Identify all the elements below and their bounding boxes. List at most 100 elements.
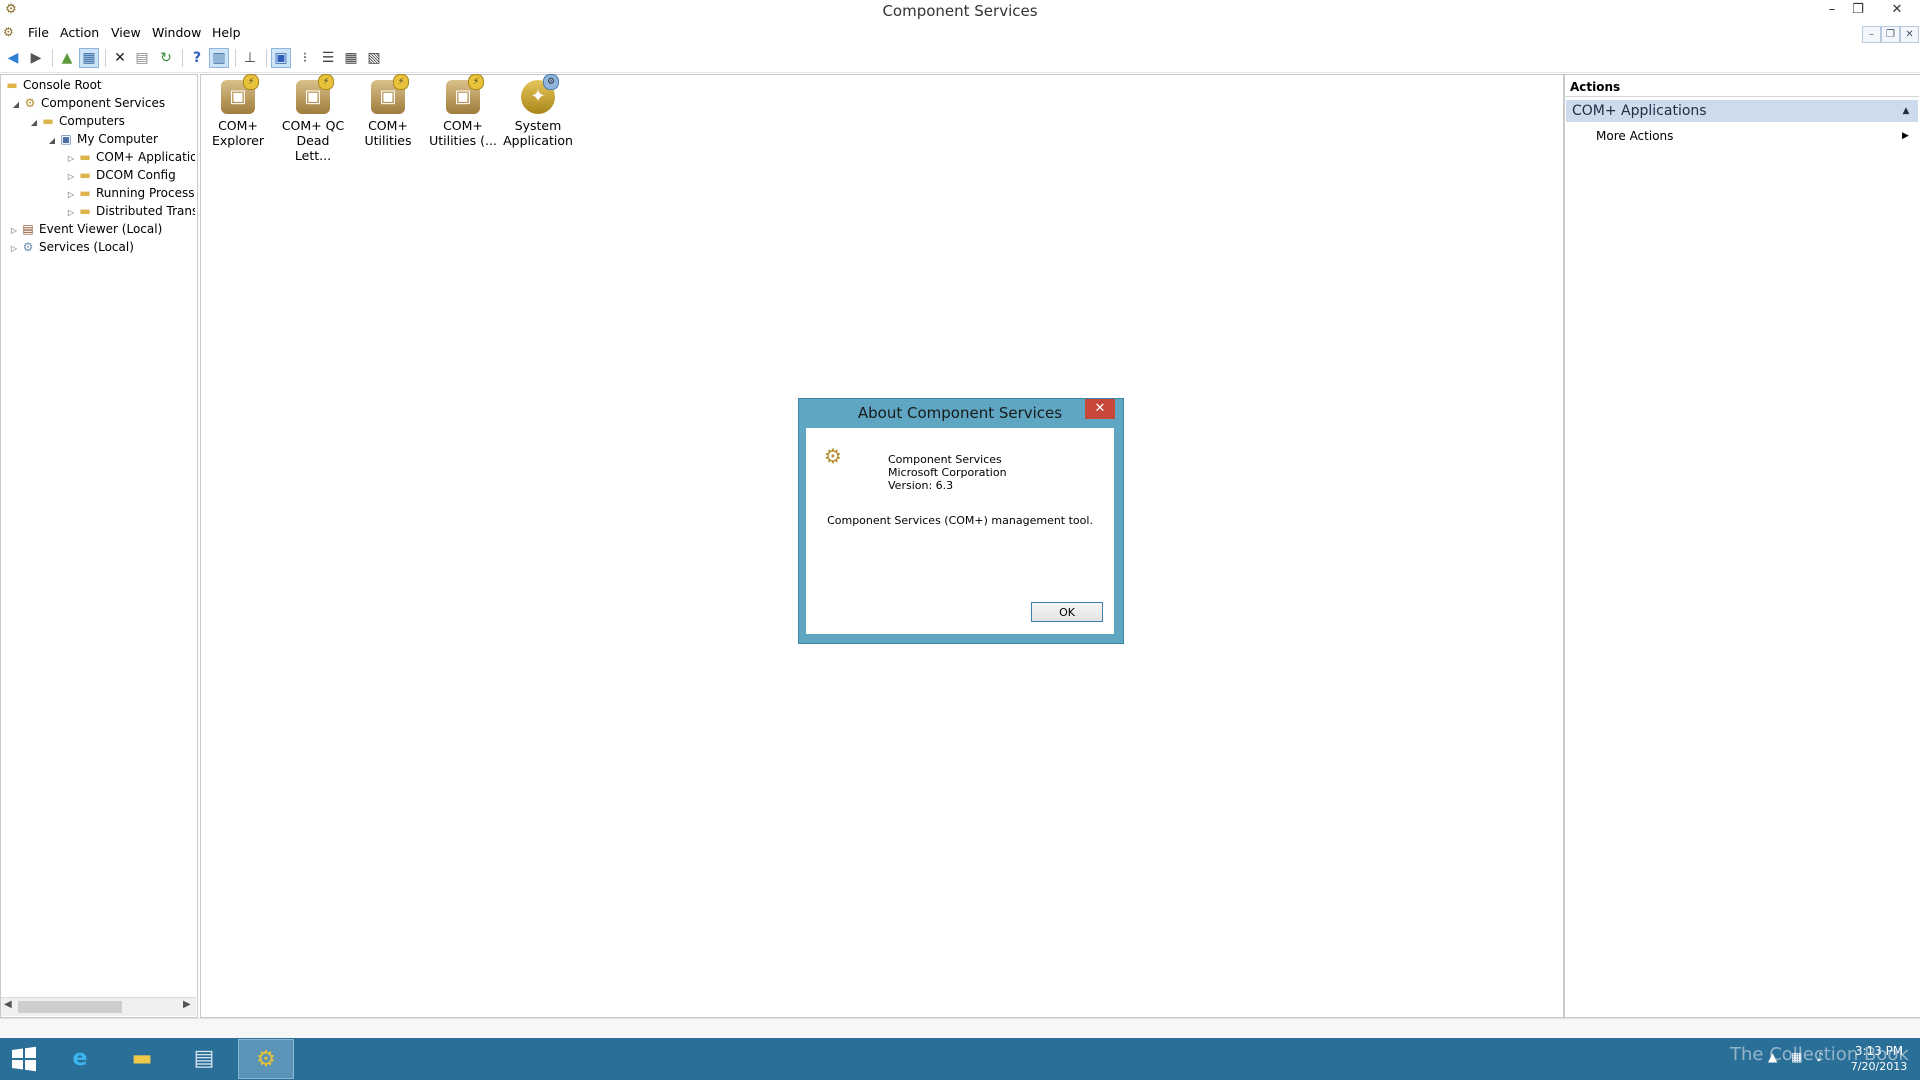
collapsed-icon[interactable]: ▷: [65, 150, 77, 166]
com-utilities-32-item[interactable]: ▣ ⚡ COM+ Utilities (...: [427, 74, 499, 148]
toolbar-separator: [182, 49, 183, 67]
package-icon: ▣ ⚡: [371, 74, 409, 114]
windows-logo-icon: [12, 1046, 36, 1072]
scroll-right-icon[interactable]: ▶: [183, 999, 191, 1010]
small-icons-view-icon[interactable]: ⁝: [295, 48, 315, 68]
dialog-close-button[interactable]: ✕: [1085, 399, 1115, 419]
clock-date[interactable]: 7/20/2013: [1846, 1060, 1912, 1073]
collapsed-icon[interactable]: ▷: [65, 186, 77, 202]
mdi-close-button[interactable]: ✕: [1900, 26, 1919, 43]
com-qc-dead-letter-item[interactable]: ▣ ⚡ COM+ QC Dead Lett...: [277, 74, 349, 163]
show-hide-tree-icon[interactable]: ▦: [79, 48, 99, 68]
forward-icon[interactable]: ▶: [26, 48, 46, 68]
volume-icon[interactable]: ♪: [1816, 1050, 1824, 1064]
system-application-item[interactable]: ✦ ⚙ System Application: [502, 74, 574, 148]
list-view-icon[interactable]: ☰: [318, 48, 338, 68]
toolbar-separator: [105, 49, 106, 67]
event-viewer-icon: ▤: [22, 222, 34, 236]
expanded-icon[interactable]: ◢: [10, 96, 22, 112]
dialog-description: Component Services (COM+) management too…: [827, 514, 1093, 527]
collapse-up-icon[interactable]: ▲: [1898, 100, 1914, 122]
dialog-title: About Component Services: [857, 404, 1063, 422]
computer-icon: ▣: [60, 132, 72, 146]
submenu-arrow-icon[interactable]: ▶: [1902, 127, 1914, 145]
properties-icon[interactable]: ▤: [132, 48, 152, 68]
start-button[interactable]: [0, 1038, 48, 1080]
toolbar-separator: [235, 49, 236, 67]
export-list-icon[interactable]: ⊥: [240, 48, 260, 68]
status-view-icon[interactable]: ▧: [364, 48, 384, 68]
tree-item-running-processes[interactable]: ▷ ▬ Running Processe: [65, 184, 195, 202]
restore-button[interactable]: ❐: [1845, 0, 1871, 20]
scrollbar-thumb[interactable]: [18, 1001, 122, 1013]
component-services-taskbar-icon[interactable]: ⚙: [238, 1039, 294, 1079]
tree-item-component-services[interactable]: ◢ ⚙ Component Services: [10, 94, 165, 112]
dialog-product-name: Component Services: [888, 453, 1002, 466]
folder-icon: ▬: [79, 150, 91, 164]
package-icon: ▣ ⚡: [446, 74, 484, 114]
component-services-icon: ⚙: [24, 96, 36, 110]
component-services-icon: ⚙: [824, 444, 842, 468]
system-application-icon: ✦ ⚙: [521, 74, 559, 114]
tree-item-console-root[interactable]: ▬ Console Root: [4, 76, 101, 94]
ok-button[interactable]: OK: [1031, 602, 1103, 622]
tree-item-dcom-config[interactable]: ▷ ▬ DCOM Config: [65, 166, 195, 184]
tree-item-event-viewer[interactable]: ▷ ▤ Event Viewer (Local): [8, 220, 162, 238]
actions-section-com-applications[interactable]: COM+ Applications: [1566, 100, 1918, 122]
scroll-left-icon[interactable]: ◀: [4, 999, 12, 1010]
toolbar-separator: [52, 49, 53, 67]
system-tray[interactable]: ▲ ▦ ♪: [1768, 1050, 1824, 1064]
mdi-restore-button[interactable]: ❐: [1881, 26, 1900, 43]
window-title: Component Services: [882, 2, 1038, 20]
menu-action[interactable]: Action: [56, 24, 103, 42]
toolbar-separator: [266, 49, 267, 67]
clock-time[interactable]: 3:13 PM: [1846, 1044, 1912, 1058]
services-icon: ⚙: [22, 240, 34, 254]
menu-file[interactable]: File: [24, 24, 53, 42]
delete-icon[interactable]: ✕: [110, 48, 130, 68]
detail-view-icon[interactable]: ▦: [341, 48, 361, 68]
tree-item-distributed-transaction[interactable]: ▷ ▬ Distributed Trans: [65, 202, 195, 220]
collapsed-icon[interactable]: ▷: [8, 240, 20, 256]
close-button[interactable]: ✕: [1881, 0, 1913, 20]
tray-overflow-icon[interactable]: ▲: [1768, 1050, 1777, 1064]
actions-header: Actions: [1564, 77, 1919, 97]
folder-icon: ▬: [42, 114, 54, 128]
mdi-child-icon[interactable]: ⚙: [3, 25, 17, 39]
mdi-minimize-button[interactable]: –: [1862, 26, 1881, 43]
network-icon[interactable]: ▦: [1791, 1050, 1802, 1064]
folder-icon: ▬: [79, 204, 91, 218]
up-folder-icon[interactable]: ▲: [57, 48, 77, 68]
menu-help[interactable]: Help: [208, 24, 245, 42]
expanded-icon[interactable]: ◢: [46, 132, 58, 148]
collapsed-icon[interactable]: ▷: [65, 204, 77, 220]
folder-icon: ▬: [6, 78, 18, 92]
expanded-icon[interactable]: ◢: [28, 114, 40, 130]
folder-icon: ▬: [79, 168, 91, 182]
tree-item-services[interactable]: ▷ ⚙ Services (Local): [8, 238, 134, 256]
status-bar: [0, 1018, 1920, 1039]
show-action-pane-icon[interactable]: ▥: [209, 48, 229, 68]
help-icon[interactable]: ?: [187, 48, 207, 68]
server-manager-taskbar-icon[interactable]: ▤: [176, 1039, 232, 1079]
tree-item-com-applications[interactable]: ▷ ▬ COM+ Applicatio: [65, 148, 195, 166]
dialog-company: Microsoft Corporation: [888, 466, 1007, 479]
menu-view[interactable]: View: [107, 24, 145, 42]
file-explorer-taskbar-icon[interactable]: ▬: [114, 1039, 170, 1079]
tree-item-my-computer[interactable]: ◢ ▣ My Computer: [46, 130, 158, 148]
com-explorer-item[interactable]: ▣ ⚡ COM+ Explorer: [202, 74, 274, 148]
badge-icon: ⚡: [243, 74, 259, 90]
menu-window[interactable]: Window: [148, 24, 205, 42]
collapsed-icon[interactable]: ▷: [8, 222, 20, 238]
minimize-button[interactable]: –: [1819, 0, 1845, 20]
collapsed-icon[interactable]: ▷: [65, 168, 77, 184]
badge-icon: ⚡: [318, 74, 334, 90]
back-icon[interactable]: ◀: [3, 48, 23, 68]
internet-explorer-taskbar-icon[interactable]: e: [52, 1039, 108, 1079]
tree-item-computers[interactable]: ◢ ▬ Computers: [28, 112, 125, 130]
com-utilities-item[interactable]: ▣ ⚡ COM+ Utilities: [352, 74, 424, 148]
refresh-icon[interactable]: ↻: [156, 48, 176, 68]
package-icon: ▣ ⚡: [296, 74, 334, 114]
more-actions-link[interactable]: More Actions: [1596, 127, 1673, 145]
large-icons-view-icon[interactable]: ▣: [271, 48, 291, 68]
